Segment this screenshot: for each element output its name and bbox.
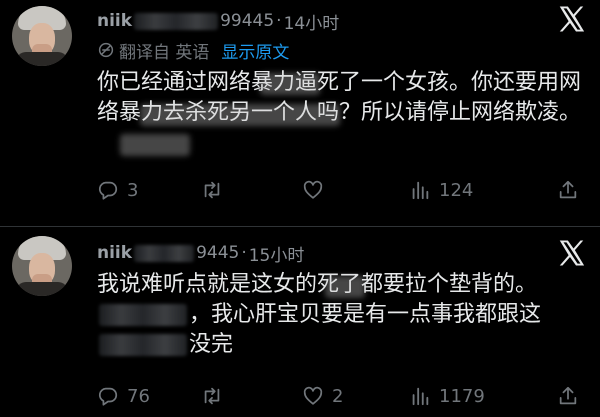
avatar-body: [16, 282, 68, 296]
share-button[interactable]: [557, 382, 579, 410]
post-text-line-2: ，我心肝宝贝要是有一点事我都跟这: [97, 300, 587, 330]
repost-icon: [204, 181, 220, 199]
reply-button[interactable]: 3: [97, 176, 138, 204]
post-divider: [0, 226, 600, 227]
redaction-smear: [325, 276, 365, 298]
repost-button[interactable]: [201, 382, 231, 410]
user-handle[interactable]: niik: [97, 11, 132, 31]
reply-button[interactable]: 76: [97, 382, 150, 410]
repost-button[interactable]: [201, 176, 231, 204]
user-handle[interactable]: niik: [97, 243, 132, 263]
like-count: 2: [332, 385, 344, 407]
separator: ·: [241, 243, 247, 263]
views-icon: [412, 387, 429, 406]
redacted-text: [99, 334, 187, 356]
share-button[interactable]: [557, 176, 579, 204]
share-icon: [559, 386, 577, 405]
x-logo-icon[interactable]: [556, 4, 586, 34]
share-icon: [559, 180, 577, 199]
x-logo-icon[interactable]: [556, 238, 586, 268]
show-original-link[interactable]: 显示原文: [221, 38, 289, 63]
reply-icon: [98, 181, 118, 200]
views-button[interactable]: 124: [409, 176, 473, 204]
views-button[interactable]: 1179: [409, 382, 485, 410]
translation-info: 翻译自 英语 显示原文: [97, 38, 289, 63]
redacted-handle: [134, 12, 219, 30]
redacted-text: [99, 304, 187, 326]
view-count: 1179: [439, 385, 485, 407]
views-icon: [412, 181, 429, 200]
post-1[interactable]: niik 99445 · 14小时 翻译自 英语 显示原文 你已经通过网络暴力逼…: [0, 0, 600, 224]
redaction-smear: [140, 104, 340, 126]
post-time[interactable]: 15小时: [249, 241, 305, 266]
avatar[interactable]: [12, 6, 72, 66]
user-handle-suffix: 9445: [196, 243, 240, 263]
reply-count: 76: [127, 385, 150, 407]
translate-icon: [98, 42, 114, 58]
user-handle-suffix: 99445: [220, 11, 275, 31]
avatar[interactable]: [12, 236, 72, 296]
view-count: 124: [439, 179, 474, 201]
reply-icon: [98, 387, 118, 406]
like-button[interactable]: [302, 176, 332, 204]
reply-count: 3: [127, 179, 139, 201]
avatar-body: [16, 52, 68, 66]
post-2[interactable]: niik 9445 · 15小时 我说难听点就是这女的死了都要拉个垫背的。 ，我…: [0, 228, 600, 417]
action-bar: 76 2 1179: [97, 382, 587, 410]
redacted-handle: [134, 244, 195, 262]
translate-label: 翻译自 英语: [119, 42, 210, 63]
heart-icon: [303, 180, 323, 199]
post-text-line-3: 没完: [97, 330, 587, 360]
redaction-smear: [120, 134, 190, 156]
post-time[interactable]: 14小时: [284, 9, 340, 34]
action-bar: 3 124: [97, 176, 587, 204]
redaction-smear: [260, 73, 320, 95]
repost-icon: [204, 387, 220, 405]
post-header: niik 9445 · 15小时: [97, 240, 304, 266]
post-header: niik 99445 · 14小时: [97, 8, 339, 34]
heart-icon: [303, 386, 323, 405]
separator: ·: [276, 11, 282, 31]
like-button[interactable]: 2: [302, 382, 343, 410]
